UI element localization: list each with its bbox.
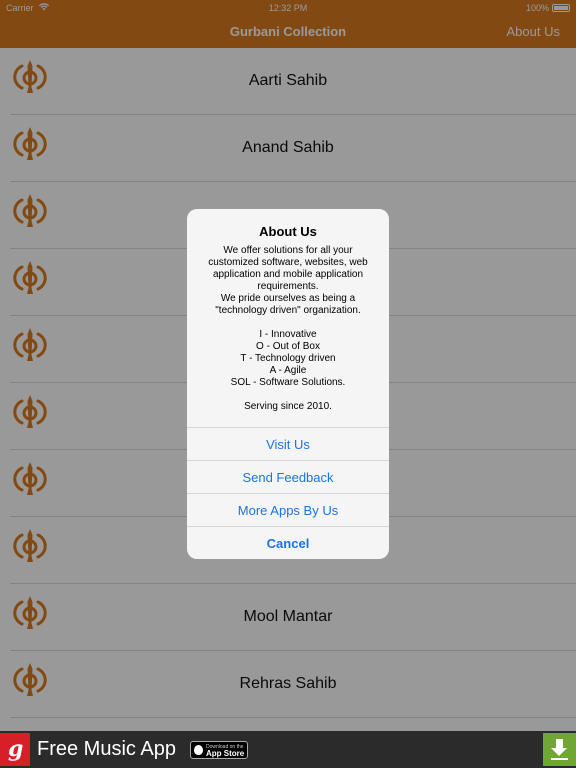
cancel-button[interactable]: Cancel	[187, 526, 389, 559]
alert-message-line: requirements.	[257, 281, 319, 292]
alert-message-line: A - Agile	[269, 365, 307, 376]
download-button[interactable]	[543, 733, 576, 766]
alert-message-line	[197, 389, 379, 401]
app-store-label: App Store	[206, 749, 245, 758]
send-feedback-button[interactable]: Send Feedback	[187, 460, 389, 493]
alert-message-line: T - Technology driven	[240, 353, 336, 364]
alert-message-line: Serving since 2010.	[244, 401, 332, 412]
about-us-alert: About Us We offer solutions for all your…	[187, 209, 389, 559]
download-arrow-icon	[556, 739, 563, 748]
alert-title: About Us	[259, 224, 317, 239]
alert-message-line: I - Innovative	[259, 329, 317, 340]
alert-message-line: We offer solutions for all your	[223, 245, 353, 256]
alert-message: We offer solutions for all your customize…	[197, 245, 379, 413]
visit-us-button[interactable]: Visit Us	[187, 427, 389, 460]
alert-message-line: application and mobile application	[212, 269, 364, 280]
alert-message-line: customized software, websites, web	[208, 257, 368, 268]
alert-message-line: O - Out of Box	[256, 341, 320, 352]
apple-icon	[194, 745, 203, 755]
more-apps-button[interactable]: More Apps By Us	[187, 493, 389, 526]
ad-text: Free Music App	[37, 738, 176, 760]
app-store-badge[interactable]: Download on the App Store	[190, 741, 248, 759]
ad-logo: g	[0, 733, 30, 766]
alert-message-line: "technology driven" organization.	[215, 305, 361, 316]
alert-message-line: We pride ourselves as being a	[220, 293, 356, 304]
ad-banner[interactable]: g Free Music App Download on the App Sto…	[0, 731, 576, 768]
alert-message-line: SOL - Software Solutions.	[230, 377, 346, 388]
alert-message-line	[197, 317, 379, 329]
